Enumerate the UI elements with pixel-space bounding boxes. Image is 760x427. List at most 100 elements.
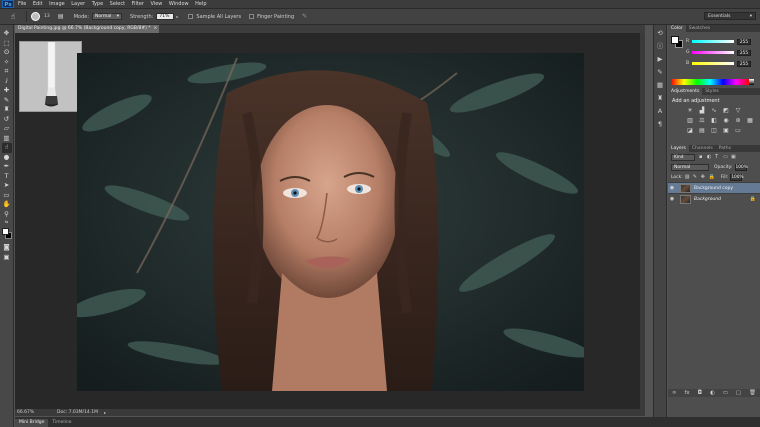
default-colors-icon[interactable]: ⇆ bbox=[2, 219, 12, 225]
lasso-tool-icon[interactable]: ʘ bbox=[2, 48, 12, 58]
blend-mode-select[interactable]: Normal bbox=[671, 163, 709, 171]
strength-input[interactable]: 71% bbox=[156, 13, 175, 20]
menu-window[interactable]: Window bbox=[169, 1, 189, 7]
color-balance-icon[interactable]: ⚖ bbox=[697, 117, 707, 125]
color-spectrum[interactable] bbox=[671, 79, 749, 85]
menu-type[interactable]: Type bbox=[92, 1, 103, 7]
smudge-tool-icon[interactable]: ☝ bbox=[1, 143, 12, 153]
menu-edit[interactable]: Edit bbox=[33, 1, 43, 7]
link-layers-icon[interactable]: ∞ bbox=[672, 390, 677, 396]
exposure-icon[interactable]: ◩ bbox=[721, 107, 731, 115]
menu-filter[interactable]: Filter bbox=[132, 1, 144, 7]
rectangle-tool-icon[interactable]: ▭ bbox=[2, 191, 12, 201]
chevron-right-icon[interactable]: ▸ bbox=[104, 410, 106, 415]
gradient-map-icon[interactable]: ▭ bbox=[733, 127, 743, 135]
gradient-tool-icon[interactable]: ▥ bbox=[2, 134, 12, 144]
visibility-eye-icon[interactable]: ◉ bbox=[668, 185, 676, 191]
green-slider[interactable] bbox=[692, 51, 734, 54]
zoom-tool-icon[interactable]: ⚲ bbox=[2, 210, 12, 220]
posterize-icon[interactable]: ▤ bbox=[697, 127, 707, 135]
mode-select[interactable]: Normal ▾ bbox=[92, 13, 123, 20]
new-layer-icon[interactable]: ▢ bbox=[736, 390, 741, 396]
tab-adjustments[interactable]: Adjustments bbox=[668, 88, 703, 95]
healing-brush-tool-icon[interactable]: ✚ bbox=[2, 86, 12, 96]
tab-color[interactable]: Color bbox=[668, 25, 686, 32]
layer-filter-select[interactable]: Kind bbox=[671, 153, 695, 161]
black-white-icon[interactable]: ◧ bbox=[709, 117, 719, 125]
menu-file[interactable]: File bbox=[18, 1, 26, 7]
quick-select-tool-icon[interactable]: ✧ bbox=[2, 58, 12, 68]
hue-saturation-icon[interactable]: ▥ bbox=[685, 117, 695, 125]
brush-presets-panel-icon[interactable]: ▦ bbox=[655, 80, 665, 90]
adjustment-filter-icon[interactable]: ◐ bbox=[707, 154, 712, 160]
blue-slider[interactable] bbox=[692, 62, 734, 65]
levels-icon[interactable]: ▟ bbox=[697, 107, 707, 115]
new-group-icon[interactable]: ▭ bbox=[723, 390, 728, 396]
layer-style-icon[interactable]: fx bbox=[685, 390, 690, 396]
foreground-color-swatch[interactable] bbox=[1, 228, 9, 235]
color-swatches[interactable] bbox=[1, 228, 13, 241]
path-selection-tool-icon[interactable]: ➤ bbox=[2, 181, 12, 191]
properties-panel-icon[interactable]: ⓘ bbox=[655, 41, 665, 51]
history-panel-icon[interactable]: ⟲ bbox=[655, 28, 665, 38]
sample-all-layers-checkbox[interactable] bbox=[188, 14, 194, 19]
eyedropper-tool-icon[interactable]: ⅈ bbox=[2, 77, 12, 87]
document-tab[interactable]: Digital Painting.jpg @ 66.7% (Background… bbox=[15, 25, 159, 33]
tab-paths[interactable]: Paths bbox=[716, 145, 734, 152]
channel-mixer-icon[interactable]: ⊛ bbox=[733, 117, 743, 125]
grayscale-ramp[interactable] bbox=[749, 79, 754, 85]
layer-row-background-copy[interactable]: ◉ Background copy bbox=[668, 182, 760, 193]
threshold-icon[interactable]: ◫ bbox=[709, 127, 719, 135]
clone-source-panel-icon[interactable]: ♜ bbox=[655, 93, 665, 103]
paragraph-panel-icon[interactable]: ¶ bbox=[655, 119, 665, 129]
red-value-input[interactable]: 255 bbox=[737, 38, 751, 45]
opacity-input[interactable]: 100% bbox=[734, 163, 748, 171]
pressure-icon[interactable]: ✎ bbox=[302, 13, 307, 20]
close-icon[interactable]: × bbox=[154, 25, 158, 33]
lock-position-icon[interactable]: ✥ bbox=[701, 174, 706, 180]
pen-tool-icon[interactable]: ✒ bbox=[2, 162, 12, 172]
invert-icon[interactable]: ◪ bbox=[685, 127, 695, 135]
tab-layers[interactable]: Layers bbox=[668, 145, 689, 152]
eraser-tool-icon[interactable]: ▱ bbox=[2, 124, 12, 134]
marquee-tool-icon[interactable]: ⬚ bbox=[2, 39, 12, 49]
lock-pixels-icon[interactable]: ✎ bbox=[693, 174, 698, 180]
image-canvas[interactable] bbox=[77, 53, 584, 391]
workspace-select[interactable]: Essentials ▾ bbox=[704, 12, 756, 20]
selective-color-icon[interactable]: ▣ bbox=[721, 127, 731, 135]
menu-view[interactable]: View bbox=[151, 1, 163, 7]
smart-object-filter-icon[interactable]: ▣ bbox=[731, 154, 736, 160]
chevron-right-icon[interactable]: ▸ bbox=[176, 14, 178, 19]
history-brush-tool-icon[interactable]: ↺ bbox=[2, 115, 12, 125]
tab-timeline[interactable]: Timeline bbox=[48, 419, 75, 427]
vibrance-icon[interactable]: ▽ bbox=[733, 107, 743, 115]
move-tool-icon[interactable]: ✥ bbox=[2, 29, 12, 39]
lock-transparency-icon[interactable]: ▨ bbox=[685, 174, 690, 180]
quick-mask-icon[interactable]: ◙ bbox=[2, 243, 12, 253]
menu-help[interactable]: Help bbox=[195, 1, 206, 7]
shape-filter-icon[interactable]: ▭ bbox=[723, 154, 728, 160]
curves-icon[interactable]: ∿ bbox=[709, 107, 719, 115]
menu-image[interactable]: Image bbox=[49, 1, 65, 7]
clone-stamp-tool-icon[interactable]: ♜ bbox=[2, 105, 12, 115]
trash-icon[interactable]: 🗑 bbox=[749, 390, 756, 396]
pixel-filter-icon[interactable]: ▪ bbox=[699, 154, 704, 160]
brush-tool-icon[interactable]: ✎ bbox=[2, 96, 12, 106]
type-tool-icon[interactable]: T bbox=[2, 172, 12, 182]
menu-select[interactable]: Select bbox=[110, 1, 125, 7]
new-adjustment-layer-icon[interactable]: ◐ bbox=[710, 390, 715, 396]
tab-mini-bridge[interactable]: Mini Bridge bbox=[15, 419, 49, 427]
crop-tool-icon[interactable]: ⌗ bbox=[2, 67, 12, 77]
tab-channels[interactable]: Channels bbox=[689, 145, 716, 152]
red-slider[interactable] bbox=[692, 40, 734, 43]
dodge-tool-icon[interactable]: ● bbox=[2, 153, 12, 163]
hand-tool-icon[interactable]: ✋ bbox=[2, 200, 12, 210]
brush-panel-icon[interactable]: ▤ bbox=[56, 11, 66, 23]
screen-mode-icon[interactable]: ▣ bbox=[2, 253, 12, 263]
green-value-input[interactable]: 255 bbox=[737, 49, 751, 56]
layer-row-background[interactable]: ◉ Background 🔒 bbox=[668, 193, 760, 204]
actions-panel-icon[interactable]: ▶ bbox=[655, 54, 665, 64]
brightness-contrast-icon[interactable]: ☀ bbox=[685, 107, 695, 115]
tab-styles[interactable]: Styles bbox=[702, 88, 722, 95]
foreground-color-box[interactable] bbox=[671, 36, 679, 44]
